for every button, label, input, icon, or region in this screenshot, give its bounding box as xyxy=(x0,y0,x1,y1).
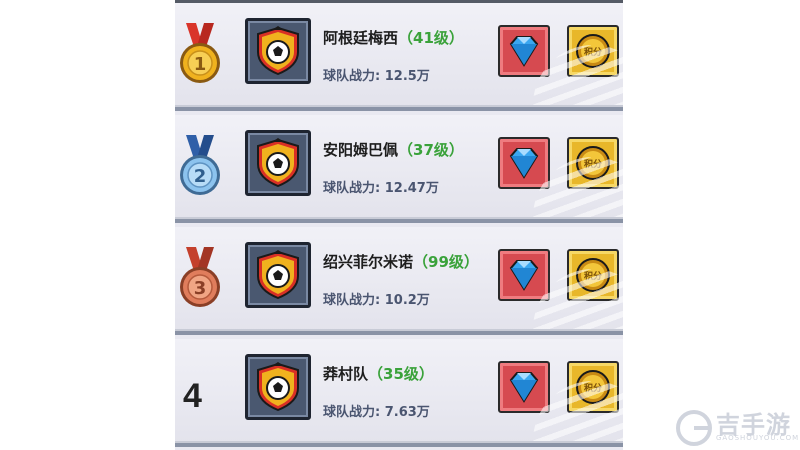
silver-medal-icon: 2 xyxy=(180,135,220,195)
ranking-panel: 1 阿根廷梅西（41级） 球队战力: 12.5万 积分 2 安阳姆巴佩（37级）… xyxy=(175,0,623,450)
ranking-row-1[interactable]: 1 阿根廷梅西（41级） 球队战力: 12.5万 积分 xyxy=(175,3,623,111)
team-name-text: 安阳姆巴佩 xyxy=(323,141,399,159)
ranking-row-3[interactable]: 3 绍兴菲尔米诺（99级） 球队战力: 10.2万 积分 xyxy=(175,227,623,335)
ranking-row-4[interactable]: 4 莽村队（35级） 球队战力: 7.63万 积分 xyxy=(175,339,623,447)
gold-medal-icon: 1 xyxy=(180,23,220,83)
shield-soccer-icon xyxy=(257,138,299,188)
power-label: 球队战力: xyxy=(323,181,381,196)
team-name-text: 绍兴菲尔米诺 xyxy=(323,253,414,271)
ranking-row-2[interactable]: 2 安阳姆巴佩（37级） 球队战力: 12.47万 积分 xyxy=(175,115,623,223)
points-coin-icon: 积分 xyxy=(576,258,610,292)
diamond-icon xyxy=(509,36,539,67)
team-name-text: 莽村队 xyxy=(323,365,369,383)
team-name-text: 阿根廷梅西 xyxy=(323,29,399,47)
team-name: 安阳姆巴佩（37级） xyxy=(323,139,464,160)
coin-label: 积分 xyxy=(584,158,602,170)
power-value: 10.2万 xyxy=(384,293,430,308)
team-level: （37级） xyxy=(398,141,464,159)
team-emblem[interactable] xyxy=(245,242,311,308)
reward-diamond[interactable] xyxy=(498,137,550,189)
team-name: 莽村队（35级） xyxy=(323,363,434,384)
power-label: 球队战力: xyxy=(323,293,381,308)
reward-diamond[interactable] xyxy=(498,25,550,77)
medal-rank-text: 1 xyxy=(194,54,207,75)
team-name: 阿根廷梅西（41级） xyxy=(323,27,464,48)
power-value: 12.47万 xyxy=(384,181,439,196)
rank-number: 4 xyxy=(183,377,202,415)
team-level: （99级） xyxy=(413,253,479,271)
reward-points[interactable]: 积分 xyxy=(567,361,619,413)
team-power: 球队战力: 10.2万 xyxy=(323,289,430,308)
shield-soccer-icon xyxy=(257,362,299,412)
watermark-subtext: GAOSHOUYOU.COM xyxy=(716,434,800,442)
team-name: 绍兴菲尔米诺（99级） xyxy=(323,251,479,272)
reward-points[interactable]: 积分 xyxy=(567,137,619,189)
points-coin-icon: 积分 xyxy=(576,370,610,404)
bronze-medal-icon: 3 xyxy=(180,247,220,307)
coin-label: 积分 xyxy=(584,270,602,282)
shield-soccer-icon xyxy=(257,26,299,76)
team-level: （41级） xyxy=(398,29,464,47)
team-power: 球队战力: 12.47万 xyxy=(323,177,439,196)
team-level: （35级） xyxy=(368,365,434,383)
diamond-icon xyxy=(509,260,539,291)
power-value: 7.63万 xyxy=(384,405,430,420)
team-emblem[interactable] xyxy=(245,18,311,84)
reward-diamond[interactable] xyxy=(498,249,550,301)
points-coin-icon: 积分 xyxy=(576,34,610,68)
diamond-icon xyxy=(509,372,539,403)
team-power: 球队战力: 12.5万 xyxy=(323,65,430,84)
power-label: 球队战力: xyxy=(323,405,381,420)
team-power: 球队战力: 7.63万 xyxy=(323,401,430,420)
diamond-icon xyxy=(509,148,539,179)
reward-points[interactable]: 积分 xyxy=(567,25,619,77)
power-label: 球队战力: xyxy=(323,69,381,84)
shield-soccer-icon xyxy=(257,250,299,300)
coin-label: 积分 xyxy=(584,46,602,58)
coin-label: 积分 xyxy=(584,382,602,394)
medal-rank-text: 3 xyxy=(194,278,207,299)
medal-rank-text: 2 xyxy=(194,166,207,187)
team-emblem[interactable] xyxy=(245,130,311,196)
team-emblem[interactable] xyxy=(245,354,311,420)
reward-points[interactable]: 积分 xyxy=(567,249,619,301)
points-coin-icon: 积分 xyxy=(576,146,610,180)
power-value: 12.5万 xyxy=(384,69,430,84)
reward-diamond[interactable] xyxy=(498,361,550,413)
